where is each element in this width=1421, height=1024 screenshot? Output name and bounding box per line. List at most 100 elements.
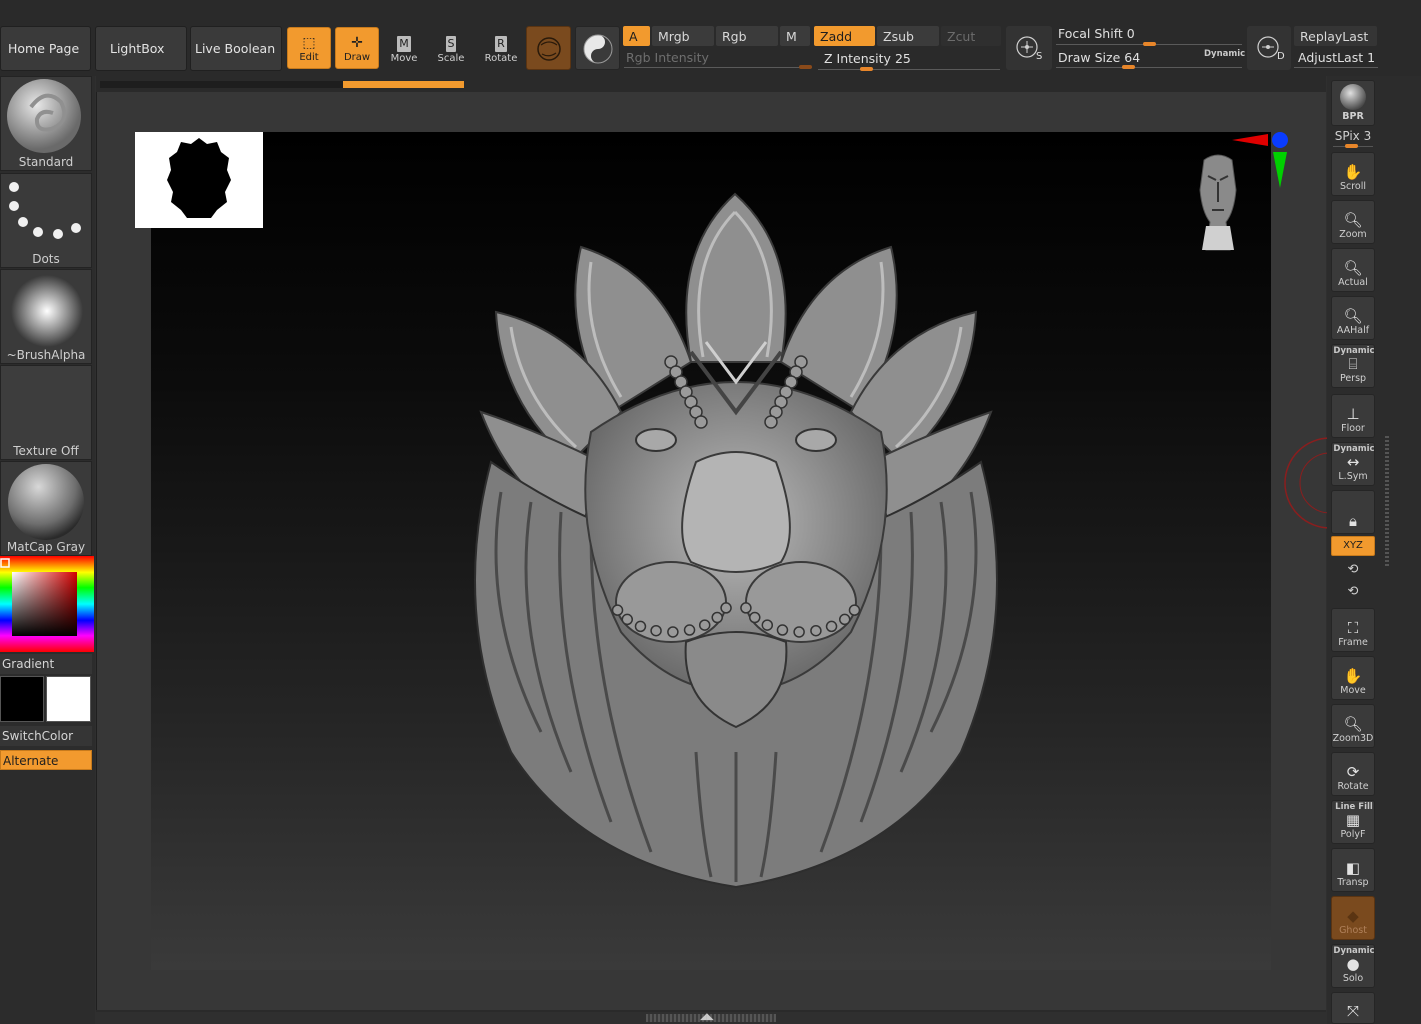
magnifier-icon: 🔍︎ [1343,211,1363,229]
zbrush-window: Home Page LightBox Live Boolean ⬚ Edit ✛… [0,0,1421,1024]
focal-shift-label: Focal Shift [1058,26,1123,41]
secondary-color-swatch[interactable] [46,676,91,722]
axis-gizmo-icon[interactable] [1230,130,1290,190]
polyf-label: PolyF [1340,829,1366,840]
color-mode-button[interactable] [575,26,620,70]
ghost-button[interactable]: ◆ Ghost [1331,896,1375,940]
lsym-button[interactable]: Dynamic ↔ L.Sym [1331,442,1375,486]
adjust-last-slider[interactable] [1294,67,1378,68]
lazy-mouse-icon [1016,36,1038,58]
color-picker[interactable] [0,556,94,652]
spix-slider[interactable]: SPix 3 [1331,126,1375,146]
z-intensity-knob[interactable] [860,67,874,71]
color-picker-wheel[interactable] [0,556,94,652]
right-shelf-scrollbar[interactable] [1385,436,1389,566]
switch-color-button[interactable]: SwitchColor [0,726,92,746]
brush-cursor-ring [1284,437,1330,529]
polyf-button[interactable]: Line Fill ▦ PolyF [1331,800,1375,844]
lion-bead [793,626,805,638]
z-intensity-slider[interactable] [818,69,1000,70]
lion-bead [810,624,822,637]
material-button[interactable] [526,26,571,70]
draw-size-dynamic-toggle[interactable]: Dynamic [1204,49,1245,59]
alternate-toggle[interactable]: Alternate [0,750,92,770]
stroke-selector[interactable]: Dots [0,173,92,268]
floor-icon: ⊥ [1346,405,1360,423]
frame-button[interactable]: ⛶ Frame [1331,608,1375,652]
brush-selector[interactable]: Standard [0,76,92,171]
lion-bead [711,611,723,624]
spix-value: 3 [1363,129,1372,143]
lion-bead [749,611,761,624]
actual-button[interactable]: 🔍︎ Actual [1331,248,1375,292]
lock-icon: 🔒︎ [1349,512,1357,530]
zoom3d-icon: 🔍︎ [1343,715,1363,733]
floor-label: Floor [1341,423,1365,434]
rgb-intensity-knob[interactable] [799,65,812,69]
zoom3d-button[interactable]: 🔍︎ Zoom3D [1331,704,1375,748]
tray-toggle-icon[interactable]: ◢◣ [700,1012,714,1022]
adjust-last-readout[interactable]: AdjustLast 1 [1298,50,1375,65]
draw-button[interactable]: ✛ Draw [335,27,379,69]
replay-last-button[interactable]: ReplayLast [1294,26,1377,46]
texture-selector[interactable]: Texture Off [0,365,92,460]
rgb-intensity-slider[interactable] [624,67,812,68]
gradient-toggle[interactable]: Gradient [0,654,92,674]
rgb-toggle[interactable]: Rgb [716,26,778,46]
m-toggle[interactable]: M [780,26,810,46]
a-toggle[interactable]: A [623,26,650,46]
s-toggle-button[interactable]: S [1006,26,1052,70]
live-boolean-button[interactable]: Live Boolean [190,26,282,71]
adjust-last-value: 1 [1367,50,1376,65]
solo-button[interactable]: Dynamic ● Solo [1331,944,1375,988]
main-color-swatch[interactable] [0,676,44,722]
lock-button[interactable]: 🔒︎ [1331,490,1375,534]
focal-shift-readout: Focal Shift 0 [1058,26,1135,41]
actual-label: Actual [1338,277,1368,288]
alpha-selector[interactable]: ~BrushAlpha [0,269,92,364]
zadd-toggle[interactable]: Zadd [814,26,875,46]
rotate-z-icon[interactable]: ⟲ [1331,582,1375,602]
rotate-button[interactable]: R Rotate [479,27,523,69]
persp-button[interactable]: Dynamic ⌸ Persp [1331,344,1375,388]
frame-icon: ⛶ [1347,619,1359,637]
scroll-button[interactable]: ✋ Scroll [1331,152,1375,196]
d-toggle-button[interactable]: D [1247,26,1291,70]
floor-button[interactable]: ⊥ Floor [1331,394,1375,438]
zoom-button[interactable]: 🔍︎ Zoom [1331,200,1375,244]
xyz-toggle[interactable]: XYZ [1331,536,1375,556]
draw-icon: ✛ [351,35,363,51]
lion-bead [761,619,774,631]
left-shelf: Standard Dots ~BrushAlpha Texture Off Ma… [0,76,95,1024]
3d-viewport[interactable] [151,132,1271,970]
spix-knob[interactable] [1345,144,1358,148]
lightbox-button[interactable]: LightBox [95,26,187,71]
zsub-toggle[interactable]: Zsub [877,26,939,46]
material-selector[interactable]: MatCap Gray [0,461,92,556]
lion-bead [667,626,679,638]
xpose-button[interactable]: ⤧ [1331,992,1375,1024]
lion-head-model[interactable] [151,132,1271,970]
adjust-last-label: AdjustLast [1298,50,1364,65]
transp-button[interactable]: ◧ Transp [1331,848,1375,892]
move-button[interactable]: M Move [382,27,426,69]
draw-size-slider[interactable] [1056,67,1242,68]
move-view-label: Move [1340,685,1366,696]
rotate-view-button[interactable]: ⟳ Rotate [1331,752,1375,796]
draw-size-knob[interactable] [1122,65,1136,69]
z-intensity-label: Z Intensity [824,51,891,66]
lsym-dynamic-label: Dynamic [1333,444,1375,454]
scale-button[interactable]: S Scale [429,27,473,69]
focal-shift-knob[interactable] [1142,42,1156,46]
axis-gizmo[interactable] [1230,130,1290,190]
bpr-button[interactable]: BPR [1331,80,1375,126]
zcut-toggle[interactable]: Zcut [941,26,1001,46]
aahalf-button[interactable]: 🔍︎ AAHalf [1331,296,1375,340]
move-view-button[interactable]: ✋ Move [1331,656,1375,700]
zoom-label: Zoom [1339,229,1367,240]
lion-bead [683,624,696,636]
home-page-button[interactable]: Home Page [0,26,91,71]
rotate-y-icon[interactable]: ⟲ [1331,560,1375,580]
edit-button[interactable]: ⬚ Edit [287,27,331,69]
mrgb-toggle[interactable]: Mrgb [652,26,714,46]
